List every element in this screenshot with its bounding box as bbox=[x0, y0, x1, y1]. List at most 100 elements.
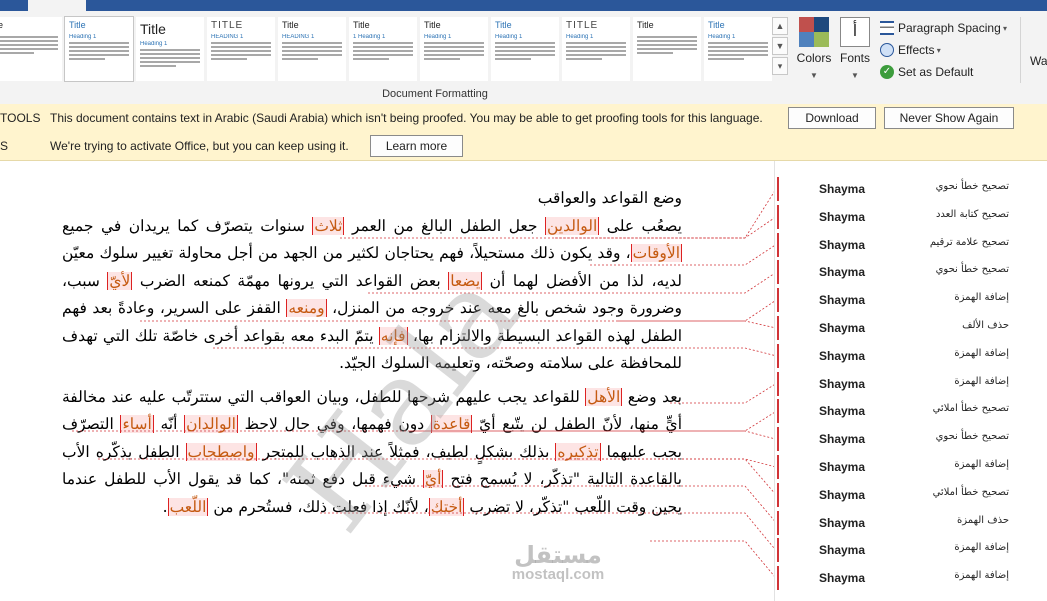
tracked-change[interactable]: ثلاث bbox=[312, 216, 345, 235]
style-set-thumbnail[interactable]: TITLE Heading 1 bbox=[562, 17, 630, 81]
tracked-change[interactable]: يضعا bbox=[448, 271, 483, 290]
style-set-thumbnail[interactable]: Title bbox=[633, 17, 701, 81]
gallery-scroll-down-button[interactable]: ▼ bbox=[772, 37, 788, 55]
comment-text: تصحيح كتابة العدد bbox=[935, 208, 1009, 220]
style-set-thumbnail[interactable]: Title Heading 1 bbox=[64, 16, 134, 82]
comment-author: Shayma bbox=[819, 348, 866, 363]
tracked-change[interactable]: تذكيره bbox=[555, 442, 601, 461]
comment-marker-bar bbox=[777, 455, 779, 479]
tracked-change[interactable]: أيّ bbox=[423, 470, 444, 488]
style-thumbnail-title: Title bbox=[495, 20, 512, 30]
comment-marker-bar bbox=[777, 510, 779, 535]
theme-colors-label: Colors bbox=[796, 51, 832, 65]
style-thumbnail-title: Title bbox=[424, 20, 441, 30]
document-canvas[interactable]: وضع القواعد والعواقب يصعُب على الوالدين … bbox=[0, 161, 1047, 601]
comment-author: Shayma bbox=[819, 571, 866, 586]
style-set-thumbnail[interactable]: Title 1 Heading 1 bbox=[349, 17, 417, 81]
proofing-message-bar: TOOLS This document contains text in Ara… bbox=[0, 104, 1047, 133]
comment-marker-bar bbox=[777, 177, 779, 201]
style-thumbnail-title: Title bbox=[637, 20, 654, 30]
style-thumbnail-preview bbox=[69, 42, 129, 60]
tracked-change[interactable]: اللّعب bbox=[167, 497, 209, 516]
comment-balloon[interactable]: Shayma تصحيح خطأ نحوي bbox=[777, 260, 1047, 285]
comment-text: إضافة الهمزة bbox=[954, 459, 1009, 470]
tracked-change[interactable]: واصطحاب bbox=[185, 442, 257, 461]
comment-marker-bar bbox=[777, 260, 779, 285]
learn-more-button[interactable]: Learn more bbox=[370, 135, 463, 157]
watermark-button-partial[interactable]: Wa bbox=[1030, 54, 1047, 68]
comment-author: Shayma bbox=[819, 209, 866, 224]
effects-label: Effects bbox=[898, 43, 935, 57]
comment-balloon[interactable]: Shayma تصحيح كتابة العدد bbox=[777, 204, 1047, 229]
active-ribbon-tab[interactable] bbox=[28, 0, 86, 11]
comment-balloon[interactable]: Shayma تصحيح خطأ املائي bbox=[777, 399, 1047, 424]
style-set-thumbnail[interactable]: e bbox=[0, 17, 62, 81]
tracked-change[interactable]: فإنه bbox=[378, 326, 408, 345]
style-set-thumbnail[interactable]: Title Heading 1 bbox=[491, 17, 559, 81]
comment-author: Shayma bbox=[819, 460, 866, 474]
tracked-change[interactable]: ومنعه bbox=[286, 299, 327, 317]
style-thumbnail-heading: HEADING 1 bbox=[211, 34, 244, 40]
gallery-more-button[interactable]: ▾ bbox=[772, 57, 788, 75]
ribbon-divider bbox=[1020, 17, 1021, 83]
tracked-change[interactable]: الوالدان bbox=[184, 415, 238, 433]
comment-author: Shayma bbox=[819, 293, 866, 308]
style-set-thumbnail[interactable]: Title Heading 1 bbox=[704, 17, 772, 81]
set-as-default-button[interactable]: ✓ Set as Default bbox=[880, 61, 1007, 83]
paragraph-spacing-button[interactable]: Paragraph Spacing ▾ bbox=[880, 17, 1007, 39]
comment-text: إضافة الهمزة bbox=[954, 292, 1009, 304]
style-thumbnail-preview bbox=[495, 42, 555, 60]
style-thumbnail-title: Title bbox=[282, 20, 299, 30]
tracked-change[interactable]: الوالدين bbox=[544, 216, 600, 235]
style-set-thumbnail[interactable]: Title Heading 1 bbox=[420, 17, 488, 81]
comment-balloon[interactable]: Shayma حذف الألف bbox=[777, 316, 1047, 340]
comment-balloon[interactable]: Shayma تصحيح خطأ نحوي bbox=[777, 177, 1047, 201]
style-thumbnail-title: Title bbox=[69, 20, 86, 30]
comment-balloon[interactable]: Shayma تصحيح علامة ترقيم bbox=[777, 232, 1047, 257]
gallery-scroll-up-button[interactable]: ▲ bbox=[772, 17, 788, 35]
tracked-change[interactable]: أساء bbox=[120, 415, 154, 433]
comment-text: تصحيح خطأ نحوي bbox=[935, 181, 1009, 192]
comment-balloon[interactable]: Shayma إضافة الهمزة bbox=[777, 371, 1047, 396]
comment-balloon[interactable]: Shayma إضافة الهمزة bbox=[777, 455, 1047, 479]
comment-marker-bar bbox=[777, 343, 779, 368]
effects-button[interactable]: Effects ▾ bbox=[880, 39, 1007, 61]
paragraph-2: بعد وضع الأهل للقواعد يجب عليهم شرحها لل… bbox=[62, 387, 682, 516]
comment-author: Shayma bbox=[819, 182, 866, 196]
tracked-change[interactable]: الأهل bbox=[585, 387, 623, 406]
chevron-down-icon: ▾ bbox=[934, 45, 941, 55]
theme-colors-button[interactable]: Colors ▼ bbox=[796, 17, 832, 83]
style-thumbnail-preview bbox=[637, 36, 697, 54]
comment-text: إضافة الهمزة bbox=[954, 570, 1009, 582]
theme-fonts-button[interactable]: أ Fonts ▼ bbox=[838, 17, 872, 83]
tracked-change[interactable]: أختك bbox=[428, 497, 465, 516]
style-thumbnail-preview bbox=[140, 49, 200, 67]
tracked-change[interactable]: قاعدة bbox=[430, 415, 473, 433]
comment-balloon[interactable]: Shayma إضافة الهمزة bbox=[777, 566, 1047, 591]
style-set-thumbnail[interactable]: Title HEADING 1 bbox=[278, 17, 346, 81]
download-button[interactable]: Download bbox=[788, 107, 876, 129]
style-set-thumbnail[interactable]: Title Heading 1 bbox=[136, 17, 204, 81]
style-set-thumbnail[interactable]: TITLE HEADING 1 bbox=[207, 17, 275, 81]
comment-author: Shayma bbox=[819, 432, 866, 447]
style-thumbnail-title: e bbox=[0, 20, 4, 30]
comment-marker-bar bbox=[777, 204, 779, 229]
comment-balloon[interactable]: Shayma تصحيح خطأ املائي bbox=[777, 482, 1047, 507]
comment-balloon[interactable]: Shayma إضافة الهمزة bbox=[777, 343, 1047, 368]
tracked-change[interactable]: لأيّ bbox=[107, 271, 133, 290]
tracked-change[interactable]: الأوقات bbox=[630, 244, 682, 262]
style-thumbnail-title: TITLE bbox=[211, 20, 244, 31]
comment-marker-bar bbox=[777, 427, 779, 452]
comment-balloon[interactable]: Shayma حذف الهمزة bbox=[777, 510, 1047, 535]
comment-balloon[interactable]: Shayma إضافة الهمزة bbox=[777, 538, 1047, 563]
comment-text: حذف الهمزة bbox=[957, 514, 1009, 526]
style-thumbnail-preview bbox=[353, 42, 413, 60]
comment-balloon[interactable]: Shayma إضافة الهمزة bbox=[777, 288, 1047, 313]
document-body[interactable]: وضع القواعد والعواقب يصعُب على الوالدين … bbox=[62, 185, 682, 521]
ribbon-tab-strip bbox=[0, 0, 1047, 11]
comment-balloon[interactable]: Shayma تصحيح خطأ نحوي bbox=[777, 427, 1047, 452]
comment-author: Shayma bbox=[819, 321, 866, 335]
comment-author: Shayma bbox=[819, 404, 866, 419]
comment-author: Shayma bbox=[819, 515, 866, 530]
never-show-again-button[interactable]: Never Show Again bbox=[884, 107, 1014, 129]
